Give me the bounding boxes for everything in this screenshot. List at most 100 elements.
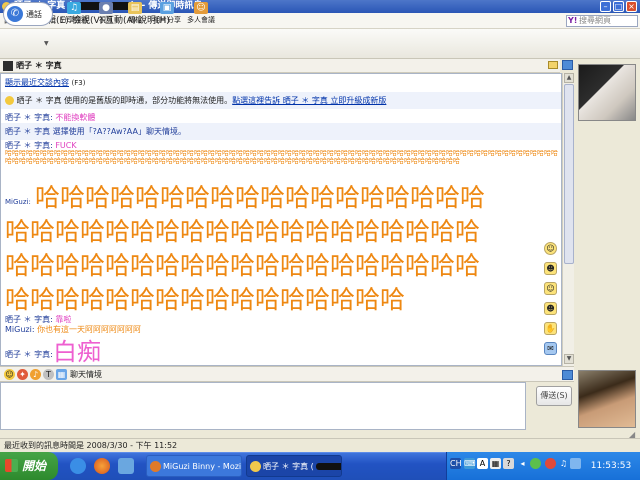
conference-label: 多人會議 xyxy=(187,16,215,24)
call-label: 通話 xyxy=(26,10,42,19)
upgrade-link[interactable]: 點選這裡告訴 晒子 ＊ 字真 立即升級成新版 xyxy=(232,96,386,105)
minimize-button[interactable]: – xyxy=(600,1,611,12)
maximize-button[interactable]: □ xyxy=(613,1,624,12)
contact-name: 晒子 ＊ 字真 xyxy=(16,61,62,70)
keyboard-icon[interactable]: ▦ xyxy=(490,458,501,469)
emoticon-bubble-icon[interactable]: ✉ xyxy=(544,342,557,355)
webcam-icon: ● xyxy=(99,2,113,14)
msg1-text: 不能換軟體 xyxy=(55,113,96,122)
contact-info-icon[interactable] xyxy=(562,60,573,70)
ime-help-icon[interactable]: ? xyxy=(503,458,514,469)
messenger-tray-icon[interactable] xyxy=(530,458,541,469)
emoticon-thumb-icon[interactable]: ✋ xyxy=(544,322,557,335)
show-history-link[interactable]: 顯示最近交談內容 xyxy=(5,78,69,87)
font-mode-icon[interactable]: A xyxy=(477,458,488,469)
smiley-icon xyxy=(5,96,14,105)
contact-display-picture[interactable] xyxy=(578,64,636,121)
notice-text: 晒子 ＊ 字真 使用的是舊版的即時通，部分功能將無法使用。 xyxy=(16,96,233,105)
call-dropdown-icon[interactable]: ▼ xyxy=(44,40,49,47)
msg2-sender: 晒子 ＊ 字真: xyxy=(5,141,53,150)
audibles-icon[interactable]: ♪ xyxy=(30,369,41,380)
msg3-sender: MiGuzi: xyxy=(5,198,31,206)
language-indicator[interactable]: CH xyxy=(450,458,462,469)
photo-icon: ▣ xyxy=(160,2,174,14)
msg5-text: 你也有這一天阿阿阿阿阿阿阿 xyxy=(37,325,142,334)
send-button[interactable]: 傳送(S) xyxy=(536,386,572,406)
start-button[interactable]: 開始 xyxy=(0,452,58,480)
video-label: 視訊 xyxy=(99,16,113,24)
close-button[interactable]: × xyxy=(626,1,637,12)
conference-button[interactable]: ☺ 多人會議 xyxy=(186,2,216,28)
contact-header: 晒子 ＊ 字真 xyxy=(0,59,560,73)
phone-icon: ✆ xyxy=(7,6,23,22)
repeated-laugh-text: 哈哈哈哈哈哈哈哈哈哈哈哈哈哈哈哈哈哈哈哈哈哈哈哈哈哈哈哈哈哈哈哈哈哈哈哈哈哈哈哈… xyxy=(5,150,558,165)
font-icon[interactable]: T xyxy=(43,369,54,380)
msg4: 晒子 ＊ 字真: 靠啦 xyxy=(5,315,71,325)
firefox-icon[interactable] xyxy=(94,458,110,474)
windows-logo-icon xyxy=(5,459,18,472)
messenger-quicklaunch-icon[interactable] xyxy=(118,458,134,474)
format-bar: ☺ ✦ ♪ T ▦ 聊天情境 xyxy=(0,366,574,382)
toolbar xyxy=(0,29,640,59)
my-info-icon[interactable] xyxy=(562,370,573,380)
message-input[interactable] xyxy=(0,382,526,430)
emoticon-smile-icon[interactable]: ☺ xyxy=(544,242,557,255)
taskbar-item-chat[interactable]: 晒子 ＊ 字真 ( xyxy=(246,455,342,477)
scroll-down-icon[interactable]: ▼ xyxy=(564,354,574,364)
envelope-icon[interactable] xyxy=(548,61,558,69)
ie-icon[interactable] xyxy=(70,458,86,474)
send-file-button[interactable]: ▤ 傳檔 xyxy=(124,2,146,28)
share-channel-label: 分享頻道 xyxy=(60,16,88,24)
msg1: 晒子 ＊ 字真: 不能換軟體 xyxy=(5,113,95,123)
scroll-thumb[interactable] xyxy=(564,84,574,264)
big-laugh-line-1: 哈哈哈哈哈哈哈哈哈哈哈哈哈哈哈哈哈哈 xyxy=(35,183,486,212)
call-button[interactable]: ✆ 通話 xyxy=(3,2,53,26)
msg4-sender: 晒子 ＊ 字真: xyxy=(5,315,53,324)
tray-menu-icon[interactable]: ◂ xyxy=(517,458,528,469)
share-channel-button[interactable]: ♫ 分享頻道 xyxy=(60,2,88,28)
emoticon-cool-icon[interactable]: ☺ xyxy=(544,282,557,295)
msg6-sender: 晒子 ＊ 字真: xyxy=(5,350,53,359)
big-laugh-line-2: 哈哈哈哈哈哈哈哈哈哈哈哈哈哈哈哈哈哈哈 xyxy=(5,217,481,246)
network-icon[interactable] xyxy=(570,458,581,469)
history-hotkey: (F3) xyxy=(71,79,86,87)
contact-avatar-icon xyxy=(3,61,13,71)
scroll-up-icon[interactable]: ▲ xyxy=(564,73,574,83)
history-row: 顯示最近交談內容 (F3) xyxy=(5,78,86,88)
emoticon-cheeky-icon[interactable]: ☻ xyxy=(544,262,557,275)
mozilla-icon xyxy=(150,461,161,472)
nudge-icon[interactable]: ✦ xyxy=(17,369,28,380)
chat-history[interactable]: 顯示最近交談內容 (F3) 晒子 ＊ 字真 使用的是舊版的即時通，部分功能將無法… xyxy=(0,73,562,366)
chat-window-icon xyxy=(250,461,261,472)
folder-icon: ▤ xyxy=(128,2,142,14)
msg5: MiGuzi: 你也有這一天阿阿阿阿阿阿阿 xyxy=(5,325,141,335)
emoticon-button-icon[interactable]: ☺ xyxy=(4,369,15,380)
volume-icon[interactable]: ♫ xyxy=(558,458,569,469)
security-tray-icon[interactable] xyxy=(545,458,556,469)
msg2-text: FUCK xyxy=(55,141,77,150)
taskbar-item-mozilla[interactable]: MiGuzi Binny - Mozilla ... xyxy=(146,455,242,477)
web-search-input[interactable]: Y! 搜尋網頁 xyxy=(566,15,638,27)
task2-label: 晒子 ＊ 字真 ( xyxy=(263,462,314,471)
big-laugh-line-4: 哈哈哈哈哈哈哈哈哈哈哈哈哈哈哈哈 xyxy=(5,285,406,314)
emoticon-grin-icon[interactable]: ☻ xyxy=(544,302,557,315)
video-button[interactable]: ● 視訊 xyxy=(96,2,116,28)
msg4-text: 靠啦 xyxy=(55,315,72,324)
chat-scrollbar[interactable]: ▲ ▼ xyxy=(562,73,574,366)
yahoo-icon: Y! xyxy=(568,16,578,25)
my-display-picture[interactable] xyxy=(578,370,636,428)
taskbar-clock: 11:53:53 xyxy=(590,461,632,471)
chat-theme-icon[interactable]: ▦ xyxy=(56,369,67,380)
status-bar: 最近收到的訊息時間是 2008/3/30 - 下午 11:52 xyxy=(0,438,640,452)
notice-row: 晒子 ＊ 字真 使用的是舊版的即時通，部分功能將無法使用。點選這裡告訴 晒子 ＊… xyxy=(5,96,386,106)
task1-label: MiGuzi Binny - Mozilla ... xyxy=(163,462,242,471)
photo-share-button[interactable]: ▣ 相片分享 xyxy=(152,2,182,28)
send-file-label: 傳檔 xyxy=(128,16,142,24)
big-laugh-line-3: 哈哈哈哈哈哈哈哈哈哈哈哈哈哈哈哈哈哈哈 xyxy=(5,251,481,280)
chat-theme-label[interactable]: 聊天情境 xyxy=(70,369,102,380)
redacted-block xyxy=(316,463,341,470)
ime-icon[interactable]: ⌨ xyxy=(464,458,476,469)
theme-msg: 晒子 ＊ 字真 選擇使用「?A??Aw?AA」聊天情境。 xyxy=(5,127,186,136)
msg1-sender: 晒子 ＊ 字真: xyxy=(5,113,53,122)
photo-share-label: 相片分享 xyxy=(153,16,181,24)
